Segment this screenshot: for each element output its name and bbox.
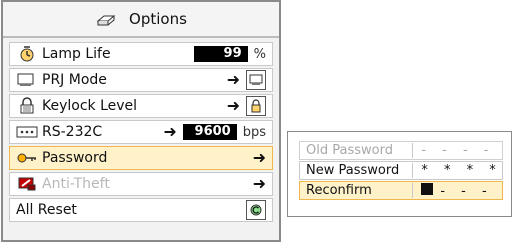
options-title: Options: [129, 10, 187, 28]
menu-item-lamp-life[interactable]: Lamp Life 99 %: [9, 42, 273, 66]
menu-item-all-reset[interactable]: All Reset: [9, 198, 273, 222]
menu-item-label: Anti-Theft: [42, 176, 110, 192]
menu-item-right: ➜: [227, 70, 266, 90]
key-icon: [16, 149, 38, 167]
menu-item-label: Keylock Level: [42, 98, 138, 114]
reconfirm-row[interactable]: Reconfirm - - -: [299, 181, 503, 200]
menu-item-label: All Reset: [16, 202, 77, 218]
baud-rate-unit: bps: [242, 124, 266, 140]
anti-theft-icon: [16, 175, 38, 193]
new-password-value: * * * *: [421, 163, 502, 178]
monitor-icon: [246, 70, 266, 90]
old-password-row[interactable]: Old Password - - - -: [299, 141, 503, 160]
menu-item-right: ➜: [253, 176, 266, 192]
reconfirm-input[interactable]: - - -: [413, 182, 502, 199]
text-cursor-icon: [421, 182, 434, 195]
arrow-right-icon: ➜: [252, 174, 266, 193]
menu-item-right: 99 %: [193, 46, 266, 62]
panel-title: Options: [3, 2, 279, 38]
options-panel: Options Lamp Life 99 % PRJ Mode ➜ Keyloc…: [1, 0, 281, 242]
lock-icon: [246, 96, 266, 116]
monitor-icon: [16, 71, 38, 89]
arrow-right-icon: ➜: [226, 96, 240, 115]
menu-item-label: PRJ Mode: [42, 72, 107, 88]
menu-item-label: RS-232C: [42, 124, 103, 140]
lamp-life-unit: %: [253, 46, 266, 62]
arrow-right-icon: ➜: [163, 122, 177, 141]
menu-item-label: Lamp Life: [42, 46, 111, 62]
menu-item-right: ➜: [227, 96, 266, 116]
password-panel: Old Password - - - - New Password * * * …: [287, 131, 512, 217]
reconfirm-label: Reconfirm: [300, 183, 414, 198]
serial-port-icon: [16, 123, 38, 141]
menu-item-right: [246, 200, 266, 220]
menu-item-password[interactable]: Password ➜: [9, 146, 273, 170]
password-form: Old Password - - - - New Password * * * …: [299, 141, 503, 200]
arrow-right-icon: ➜: [252, 148, 266, 167]
options-icon: [95, 10, 117, 28]
lamp-timer-icon: [16, 45, 38, 63]
lock-icon: [16, 97, 38, 115]
lamp-life-value: 99: [193, 46, 248, 62]
menu-item-rs232c[interactable]: RS-232C ➜ 9600 bps: [9, 120, 273, 144]
new-password-label: New Password: [300, 163, 414, 178]
options-menu: Lamp Life 99 % PRJ Mode ➜ Keylock Level …: [9, 42, 273, 224]
arrow-right-icon: ➜: [226, 70, 240, 89]
old-password-value: - - - -: [421, 143, 495, 158]
reconfirm-placeholder: - - -: [440, 183, 493, 199]
old-password-label: Old Password: [300, 143, 414, 158]
baud-rate-value: 9600: [182, 124, 237, 140]
reset-icon: [246, 200, 266, 220]
new-password-row[interactable]: New Password * * * *: [299, 161, 503, 180]
menu-item-prj-mode[interactable]: PRJ Mode ➜: [9, 68, 273, 92]
menu-item-right: ➜ 9600 bps: [163, 124, 266, 140]
menu-item-right: ➜: [253, 150, 266, 166]
menu-item-keylock-level[interactable]: Keylock Level ➜: [9, 94, 273, 118]
menu-item-label: Password: [42, 150, 108, 166]
menu-item-anti-theft: Anti-Theft ➜: [9, 172, 273, 196]
